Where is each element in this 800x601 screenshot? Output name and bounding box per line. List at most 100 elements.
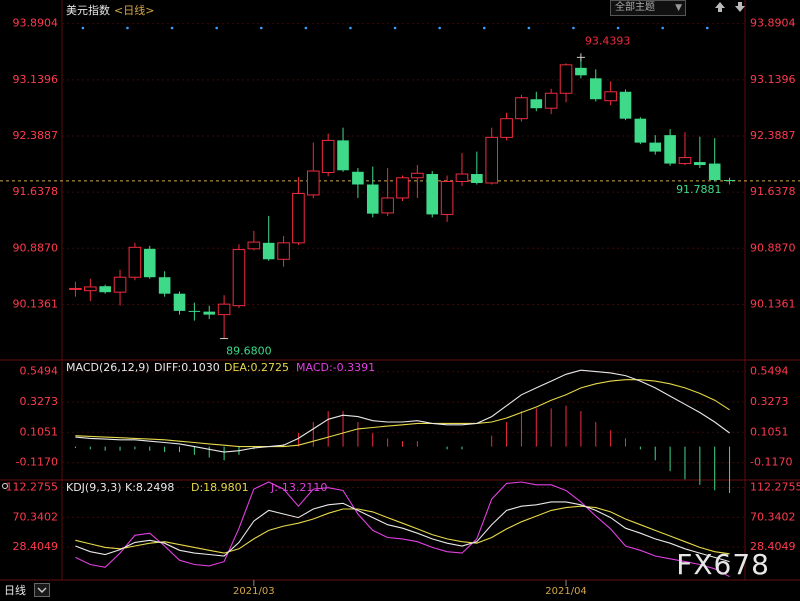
candle-body: [217, 303, 231, 316]
event-marker-dot: [661, 26, 664, 30]
event-marker-dot: [482, 26, 486, 30]
candle-body: [203, 311, 216, 315]
y-tick-label-right: 92.3887: [750, 129, 796, 142]
candle-body: [337, 140, 349, 171]
candle-body: [708, 163, 721, 181]
candle-body: [128, 246, 142, 278]
candle-body: [247, 241, 261, 250]
instrument-title: 美元指数: [66, 4, 110, 17]
candle-body: [694, 162, 706, 166]
candle-body: [143, 248, 156, 278]
candle-body: [173, 293, 186, 311]
y-tick-label-right: 70.3402: [750, 510, 796, 523]
y-tick-label-right: 90.8870: [750, 241, 796, 254]
candle-body: [559, 64, 573, 94]
y-tick-label-left: 91.6378: [13, 185, 59, 198]
candle-body: [589, 78, 602, 100]
event-marker-dot: [616, 26, 620, 30]
dea-line: [75, 379, 730, 448]
x-tick-label: 2021/03: [233, 586, 275, 597]
y-tick-label-left: 112.2755: [6, 480, 59, 493]
candle-body: [575, 67, 587, 76]
event-marker-dot: [259, 26, 263, 30]
candle-body: [649, 142, 662, 152]
event-marker-dot: [170, 26, 174, 30]
kdj-legend-j: J:-13.2110: [270, 481, 327, 494]
y-tick-label-left: 0.5494: [20, 365, 59, 378]
period-label[interactable]: <日线>: [114, 2, 154, 18]
candle-body: [619, 91, 632, 119]
candle-body: [262, 242, 275, 260]
macd-title: MACD(26,12,9): [66, 361, 150, 374]
period-tab-daily[interactable]: 日线: [4, 582, 26, 598]
candle-body: [99, 286, 111, 293]
y-tick-label-left: 90.1361: [13, 297, 59, 310]
y-tick-label-left: 93.8904: [13, 17, 59, 30]
event-marker-dot: [438, 26, 441, 30]
candle-body: [634, 118, 647, 143]
macd-legend-macd: MACD:-0.3391: [296, 361, 375, 374]
kdj-legend-k: K:8.2498: [125, 481, 174, 494]
event-marker-dot: [393, 26, 397, 30]
candle-body: [321, 139, 335, 174]
j-line: [75, 481, 730, 578]
k-line: [75, 501, 730, 563]
y-tick-label-right: 0.5494: [750, 365, 789, 378]
y-tick-label-left: 70.3402: [13, 510, 59, 523]
low-value-label: 89.6800: [226, 345, 272, 358]
event-marker-dot: [215, 26, 218, 30]
candle-body: [113, 276, 127, 293]
high-value-label: 93.4393: [585, 34, 631, 47]
event-marker-dot: [349, 26, 352, 30]
candle-body: [440, 181, 454, 215]
event-marker-dot: [81, 26, 85, 30]
event-marker-dot: [705, 26, 709, 30]
candle-body: [664, 135, 676, 164]
y-tick-label-left: 93.1396: [13, 73, 59, 86]
candle-body: [604, 91, 617, 102]
candle-body: [69, 287, 82, 290]
y-tick-label-right: 93.8904: [750, 17, 796, 30]
brand-watermark: FX678: [676, 548, 770, 581]
x-tick-label: 2021/04: [545, 586, 587, 597]
arrow-up-icon[interactable]: [713, 0, 727, 14]
candle-body: [188, 310, 201, 312]
y-tick-label-left: 0.3273: [20, 395, 59, 408]
y-tick-label-right: -0.1170: [750, 456, 792, 469]
event-marker-dot: [572, 26, 575, 30]
candle-body: [158, 277, 171, 294]
candle-body: [426, 174, 439, 215]
candle-body: [515, 97, 528, 120]
candle-body: [277, 242, 290, 260]
candle-body: [84, 286, 97, 292]
y-tick-label-right: 91.6378: [750, 185, 796, 198]
theme-dropdown[interactable]: 全部主题 ▼: [610, 0, 686, 16]
candle-body: [307, 170, 320, 196]
y-tick-label-left: 0.1051: [20, 425, 59, 438]
kdj-title: KDJ(9,3,3): [66, 481, 122, 494]
y-tick-label-left: 92.3887: [13, 129, 59, 142]
arrow-down-icon[interactable]: [733, 0, 747, 14]
candle-body: [678, 157, 692, 165]
y-tick-label-right: 90.1361: [750, 297, 796, 310]
candle-body: [500, 118, 513, 138]
y-tick-label-left: -0.1170: [16, 456, 58, 469]
chevron-down-icon[interactable]: [34, 583, 50, 597]
candle-body: [544, 92, 558, 109]
candle-body: [455, 173, 469, 183]
candle-body: [396, 177, 409, 199]
candle-body: [411, 172, 424, 179]
last-value-label: 91.7881: [676, 183, 722, 196]
macd-legend-diff: DIFF:0.1030: [154, 361, 220, 374]
candle-body: [723, 180, 736, 182]
event-marker-dot: [527, 26, 531, 30]
macd-legend-dea: DEA:0.2725: [224, 361, 289, 374]
event-marker-dot: [304, 26, 308, 30]
theme-dropdown-label: 全部主题: [615, 2, 655, 13]
dif-line: [75, 369, 730, 453]
candle-body: [530, 99, 543, 109]
y-tick-label-right: 0.3273: [750, 395, 789, 408]
triangle-down-icon: ▼: [675, 3, 682, 13]
candle-body: [471, 174, 483, 183]
candle-body: [381, 197, 394, 214]
